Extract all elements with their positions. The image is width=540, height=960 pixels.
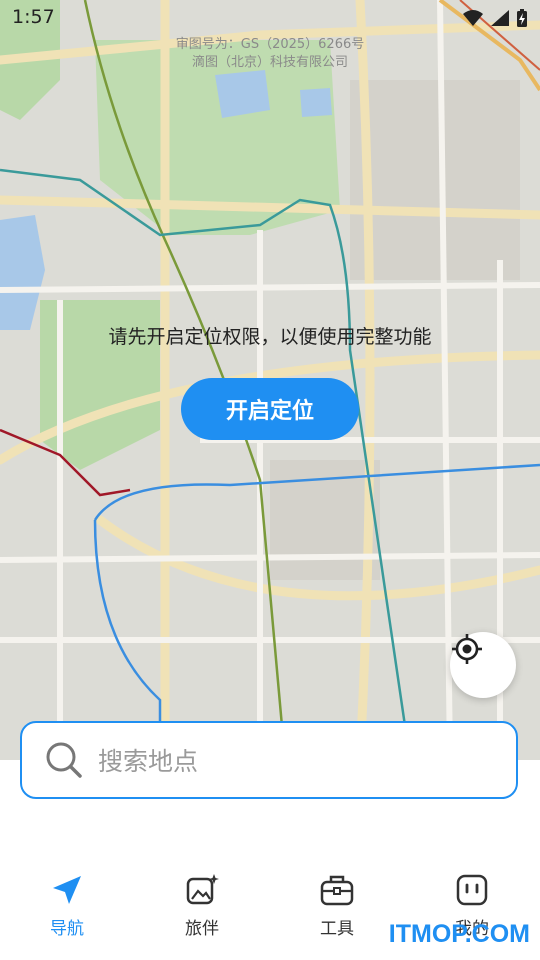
map-provider-credit: 滴图（北京）科技有限公司 xyxy=(191,55,348,70)
site-watermark: ITMOP.COM xyxy=(388,920,530,948)
location-permission-prompt: 请先开启定位权限，以便使用完整功能 xyxy=(108,326,432,348)
wifi-icon xyxy=(463,10,483,26)
search-placeholder: 搜索地点 xyxy=(98,747,199,776)
status-time: 1:57 xyxy=(12,6,55,28)
tab-label: 导航 xyxy=(50,919,84,939)
tab-label: 旅伴 xyxy=(185,919,219,939)
navigation-arrow-icon xyxy=(53,876,81,904)
crosshair-icon xyxy=(452,634,482,664)
battery-charging-icon xyxy=(517,9,527,27)
tab-navigation[interactable]: 导航 xyxy=(17,872,117,939)
search-bar[interactable]: 搜索地点 xyxy=(20,721,518,799)
cellular-signal-icon xyxy=(491,10,509,26)
status-bar: 1:57 xyxy=(0,0,540,36)
enable-location-button[interactable]: 开启定位 xyxy=(181,378,359,440)
toolbox-icon xyxy=(320,875,354,906)
locate-me-button[interactable] xyxy=(450,632,516,698)
tab-label: 工具 xyxy=(320,919,354,939)
search-icon xyxy=(46,742,82,778)
face-square-icon xyxy=(456,874,488,906)
map-view[interactable]: 审图号为：GS（2025）6266号 滴图（北京）科技有限公司 请先开启定位权限… xyxy=(0,0,540,760)
tab-tools[interactable]: 工具 xyxy=(287,872,387,939)
photo-sparkle-icon xyxy=(186,874,219,905)
tab-companion[interactable]: 旅伴 xyxy=(152,872,252,939)
